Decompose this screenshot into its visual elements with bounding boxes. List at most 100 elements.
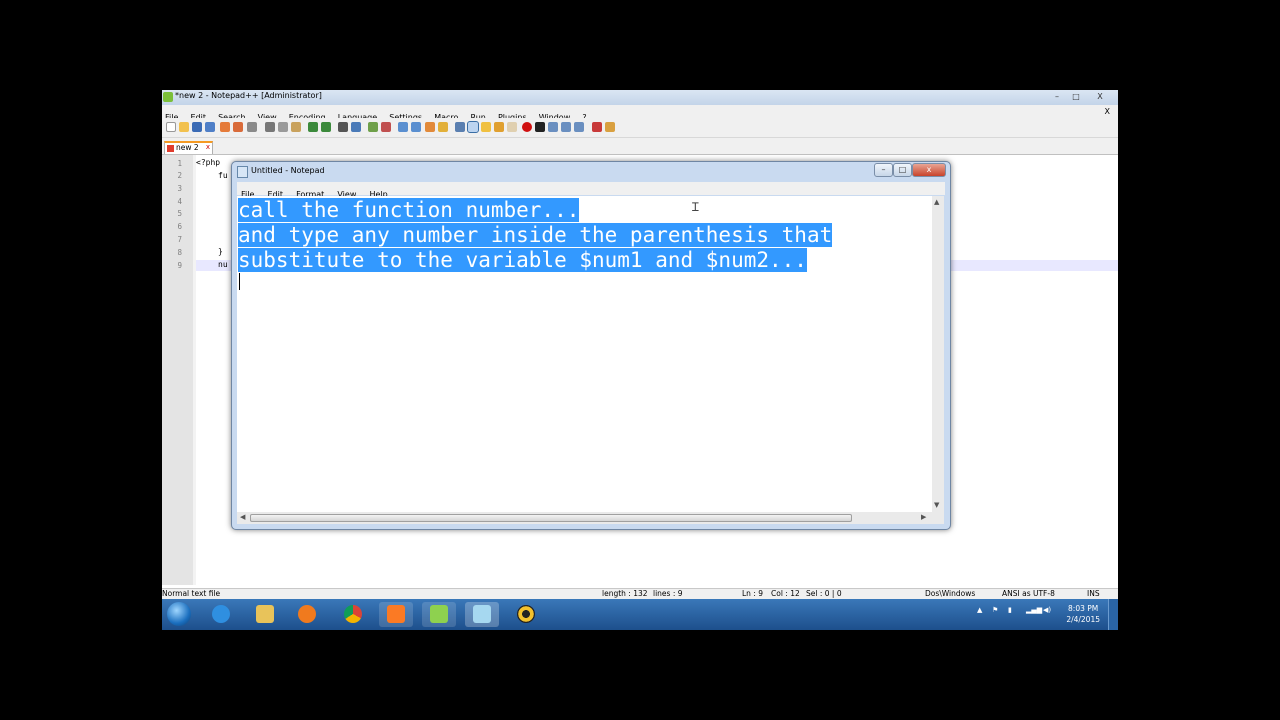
doc-map-icon[interactable] [467, 121, 479, 133]
notepad-window[interactable]: Untitled - Notepad – □ x File Edit Forma… [231, 161, 951, 530]
open-folder-icon[interactable] [179, 122, 189, 132]
stop-macro-icon[interactable] [535, 122, 545, 132]
npp-status-bar: Normal text file length : 132 lines : 9 … [162, 588, 1118, 599]
notepad-minimize-button[interactable]: – [874, 163, 893, 177]
zoom-out-icon[interactable] [381, 122, 391, 132]
new-file-icon[interactable] [166, 122, 176, 132]
copy-icon[interactable] [278, 122, 288, 132]
scroll-down-arrow-icon[interactable]: ▼ [934, 501, 939, 509]
code-line-8: } [218, 247, 223, 256]
play-macro-icon[interactable] [548, 122, 558, 132]
paste-icon[interactable] [291, 122, 301, 132]
start-orb-icon[interactable] [167, 602, 191, 626]
status-length: length : 132 [602, 589, 648, 598]
line-number: 3 [177, 184, 182, 193]
tray-show-hidden-icon[interactable]: ▲ [977, 606, 982, 614]
tray-power-icon[interactable]: ▮ [1008, 606, 1012, 614]
desktop-screen: *new 2 - Notepad++ [Administrator] – □ X… [162, 90, 1118, 630]
notepad-close-button[interactable]: x [912, 163, 946, 177]
redo-icon[interactable] [321, 122, 331, 132]
tray-volume-icon[interactable]: ◀) [1043, 606, 1051, 614]
folder-workspace-icon[interactable] [494, 122, 504, 132]
media-player-icon [298, 605, 316, 623]
line-number: 6 [177, 222, 182, 231]
user-define-icon[interactable] [455, 122, 465, 132]
undo-icon[interactable] [308, 122, 318, 132]
print-icon[interactable] [247, 122, 257, 132]
npp-menu-bar: File Edit Search View Encoding Language … [162, 105, 1118, 122]
notepad-vertical-scrollbar[interactable]: ▲ ▼ [932, 196, 944, 512]
selected-text: call the function number... [238, 198, 580, 222]
taskbar-notepad-plus-plus[interactable] [422, 602, 456, 627]
record-macro-icon[interactable] [522, 122, 532, 132]
tray-flag-icon[interactable]: ⚑ [992, 606, 998, 614]
notepad-menu-bar: File Edit Format View Help [237, 182, 945, 199]
line-number-gutter: 1 2 3 4 5 6 7 8 9 [162, 155, 193, 585]
taskbar-notepad[interactable] [465, 602, 499, 627]
taskbar-xampp[interactable] [379, 602, 413, 627]
monitoring-icon[interactable] [507, 122, 517, 132]
notepad-text-line-3: substitute to the variable $num1 and $nu… [238, 248, 807, 273]
function-list-icon[interactable] [481, 122, 491, 132]
close-file-icon[interactable] [220, 122, 230, 132]
tab-new-2[interactable]: new 2 x [164, 141, 213, 154]
npp-maximize-button[interactable]: □ [1067, 91, 1085, 102]
save-macro-icon[interactable] [574, 122, 584, 132]
notepad-horizontal-scrollbar[interactable]: ◀ ▶ [237, 512, 932, 524]
show-desktop-button[interactable] [1108, 599, 1118, 630]
taskbar-file-explorer[interactable] [248, 602, 282, 627]
status-lines: lines : 9 [653, 589, 683, 598]
text-caret [239, 273, 240, 290]
line-number: 9 [177, 261, 182, 270]
line-number: 8 [177, 248, 182, 257]
windows-taskbar: ▲ ⚑ ▮ ▂▄▆ ◀) 8:03 PM 2/4/2015 [162, 599, 1118, 630]
line-number: 1 [177, 159, 182, 168]
find-icon[interactable] [338, 122, 348, 132]
zoom-in-icon[interactable] [368, 122, 378, 132]
save-icon[interactable] [192, 122, 202, 132]
sync-scroll-icon[interactable] [398, 122, 408, 132]
notepad-text-line-1: call the function number... [238, 198, 580, 223]
cut-icon[interactable] [265, 122, 275, 132]
selected-text: and type any number inside the parenthes… [238, 223, 833, 247]
chrome-icon [344, 605, 362, 623]
status-ln: Ln : 9 [742, 589, 763, 598]
internet-explorer-icon [212, 605, 230, 623]
clock-date: 2/4/2015 [1066, 615, 1100, 624]
notepad-title-bar[interactable]: Untitled - Notepad – □ x [232, 162, 950, 179]
notepad-text-area[interactable]: call the function number... and type any… [237, 196, 932, 512]
plugin-icon[interactable] [605, 122, 615, 132]
taskbar-clock[interactable]: 8:03 PM 2/4/2015 [1066, 603, 1100, 625]
scroll-right-arrow-icon[interactable]: ▶ [921, 513, 926, 521]
scroll-up-arrow-icon[interactable]: ▲ [934, 198, 939, 206]
npp-close-button[interactable]: X [1088, 91, 1112, 102]
show-all-chars-icon[interactable] [425, 122, 435, 132]
taskbar-internet-explorer[interactable] [204, 602, 238, 627]
fold-margin [193, 155, 196, 585]
status-eol: Dos\Windows [925, 589, 976, 598]
run-macro-multiple-icon[interactable] [561, 122, 571, 132]
close-all-icon[interactable] [233, 122, 243, 132]
indent-guide-icon[interactable] [438, 122, 448, 132]
selected-text: substitute to the variable $num1 and $nu… [238, 248, 807, 272]
taskbar-chrome[interactable] [336, 602, 370, 627]
taskbar-music-player[interactable] [509, 602, 543, 627]
word-wrap-icon[interactable] [411, 122, 421, 132]
taskbar-media-player[interactable] [290, 602, 324, 627]
tab-close-button[interactable]: x [206, 143, 210, 151]
status-insert-mode: INS [1087, 589, 1100, 598]
spell-check-icon[interactable] [592, 122, 602, 132]
scroll-left-arrow-icon[interactable]: ◀ [240, 513, 245, 521]
tray-network-icon[interactable]: ▂▄▆ [1026, 606, 1042, 614]
npp-logo-icon [163, 92, 173, 102]
menu-close-doc-button[interactable]: X [1102, 106, 1114, 116]
save-all-icon[interactable] [205, 122, 215, 132]
horizontal-scroll-thumb[interactable] [250, 514, 852, 522]
npp-minimize-button[interactable]: – [1048, 91, 1066, 102]
npp-title-bar[interactable]: *new 2 - Notepad++ [Administrator] – □ X [162, 90, 1118, 105]
replace-icon[interactable] [351, 122, 361, 132]
line-number: 7 [177, 235, 182, 244]
npp-tab-bar: new 2 x [162, 138, 1118, 155]
notepad-maximize-button[interactable]: □ [893, 163, 912, 177]
resize-grip[interactable] [932, 512, 944, 524]
